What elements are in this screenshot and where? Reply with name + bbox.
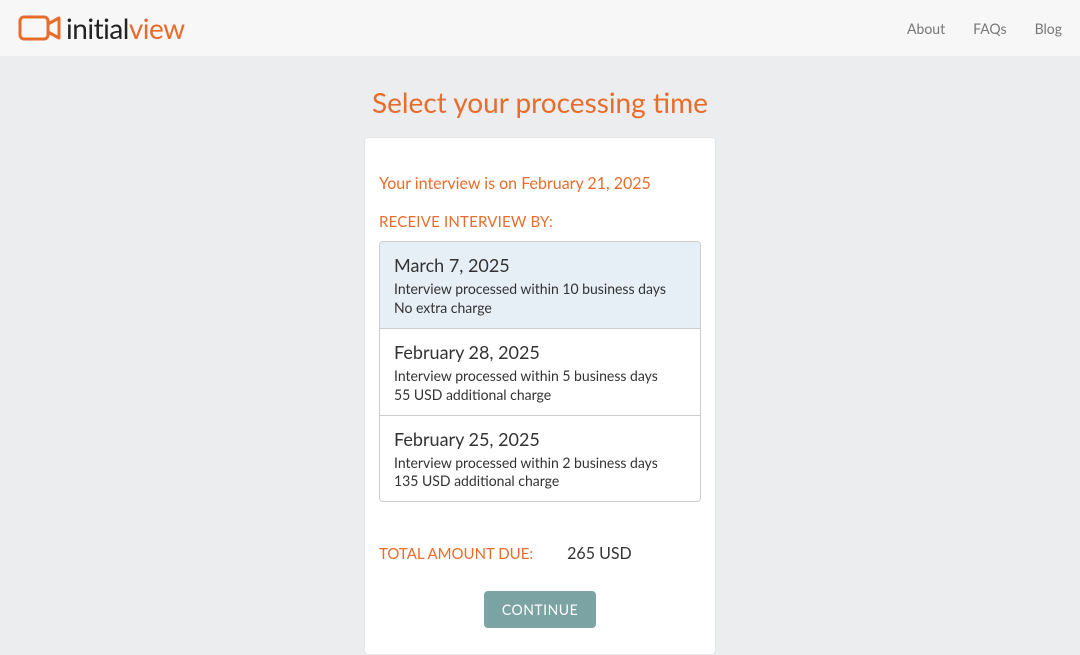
processing-options: March 7, 2025 Interview processed within… [379,241,701,502]
logo-text-view: view [129,11,185,45]
logo-text-initial: initial [66,11,129,45]
nav-link-blog[interactable]: Blog [1035,20,1062,37]
option-description: Interview processed within 10 business d… [394,280,686,299]
logo[interactable]: initialview [18,11,185,45]
option-date: February 25, 2025 [394,428,686,450]
total-label: TOTAL AMOUNT DUE: [379,545,533,563]
option-description: Interview processed within 5 business da… [394,367,686,386]
interview-date: Your interview is on February 21, 2025 [379,174,701,193]
option-charge: 135 USD additional charge [394,472,686,491]
receive-by-label: RECEIVE INTERVIEW BY: [379,213,701,231]
continue-button[interactable]: CONTINUE [484,591,596,628]
option-charge: No extra charge [394,299,686,318]
page-title: Select your processing time [0,85,1080,119]
header: initialview About FAQs Blog [0,0,1080,57]
nav: About FAQs Blog [907,20,1062,37]
processing-option[interactable]: February 28, 2025 Interview processed wi… [380,329,700,416]
processing-time-card: Your interview is on February 21, 2025 R… [364,137,716,655]
total-amount: 265 USD [567,544,632,563]
processing-option[interactable]: February 25, 2025 Interview processed wi… [380,416,700,502]
option-date: February 28, 2025 [394,341,686,363]
total-row: TOTAL AMOUNT DUE: 265 USD [379,544,701,563]
continue-button-wrap: CONTINUE [379,591,701,628]
processing-option[interactable]: March 7, 2025 Interview processed within… [380,242,700,329]
logo-camera-icon [18,12,62,44]
option-description: Interview processed within 2 business da… [394,454,686,473]
nav-link-faqs[interactable]: FAQs [973,20,1006,37]
option-date: March 7, 2025 [394,254,686,276]
option-charge: 55 USD additional charge [394,386,686,405]
logo-text: initialview [66,11,185,45]
nav-link-about[interactable]: About [907,20,945,37]
